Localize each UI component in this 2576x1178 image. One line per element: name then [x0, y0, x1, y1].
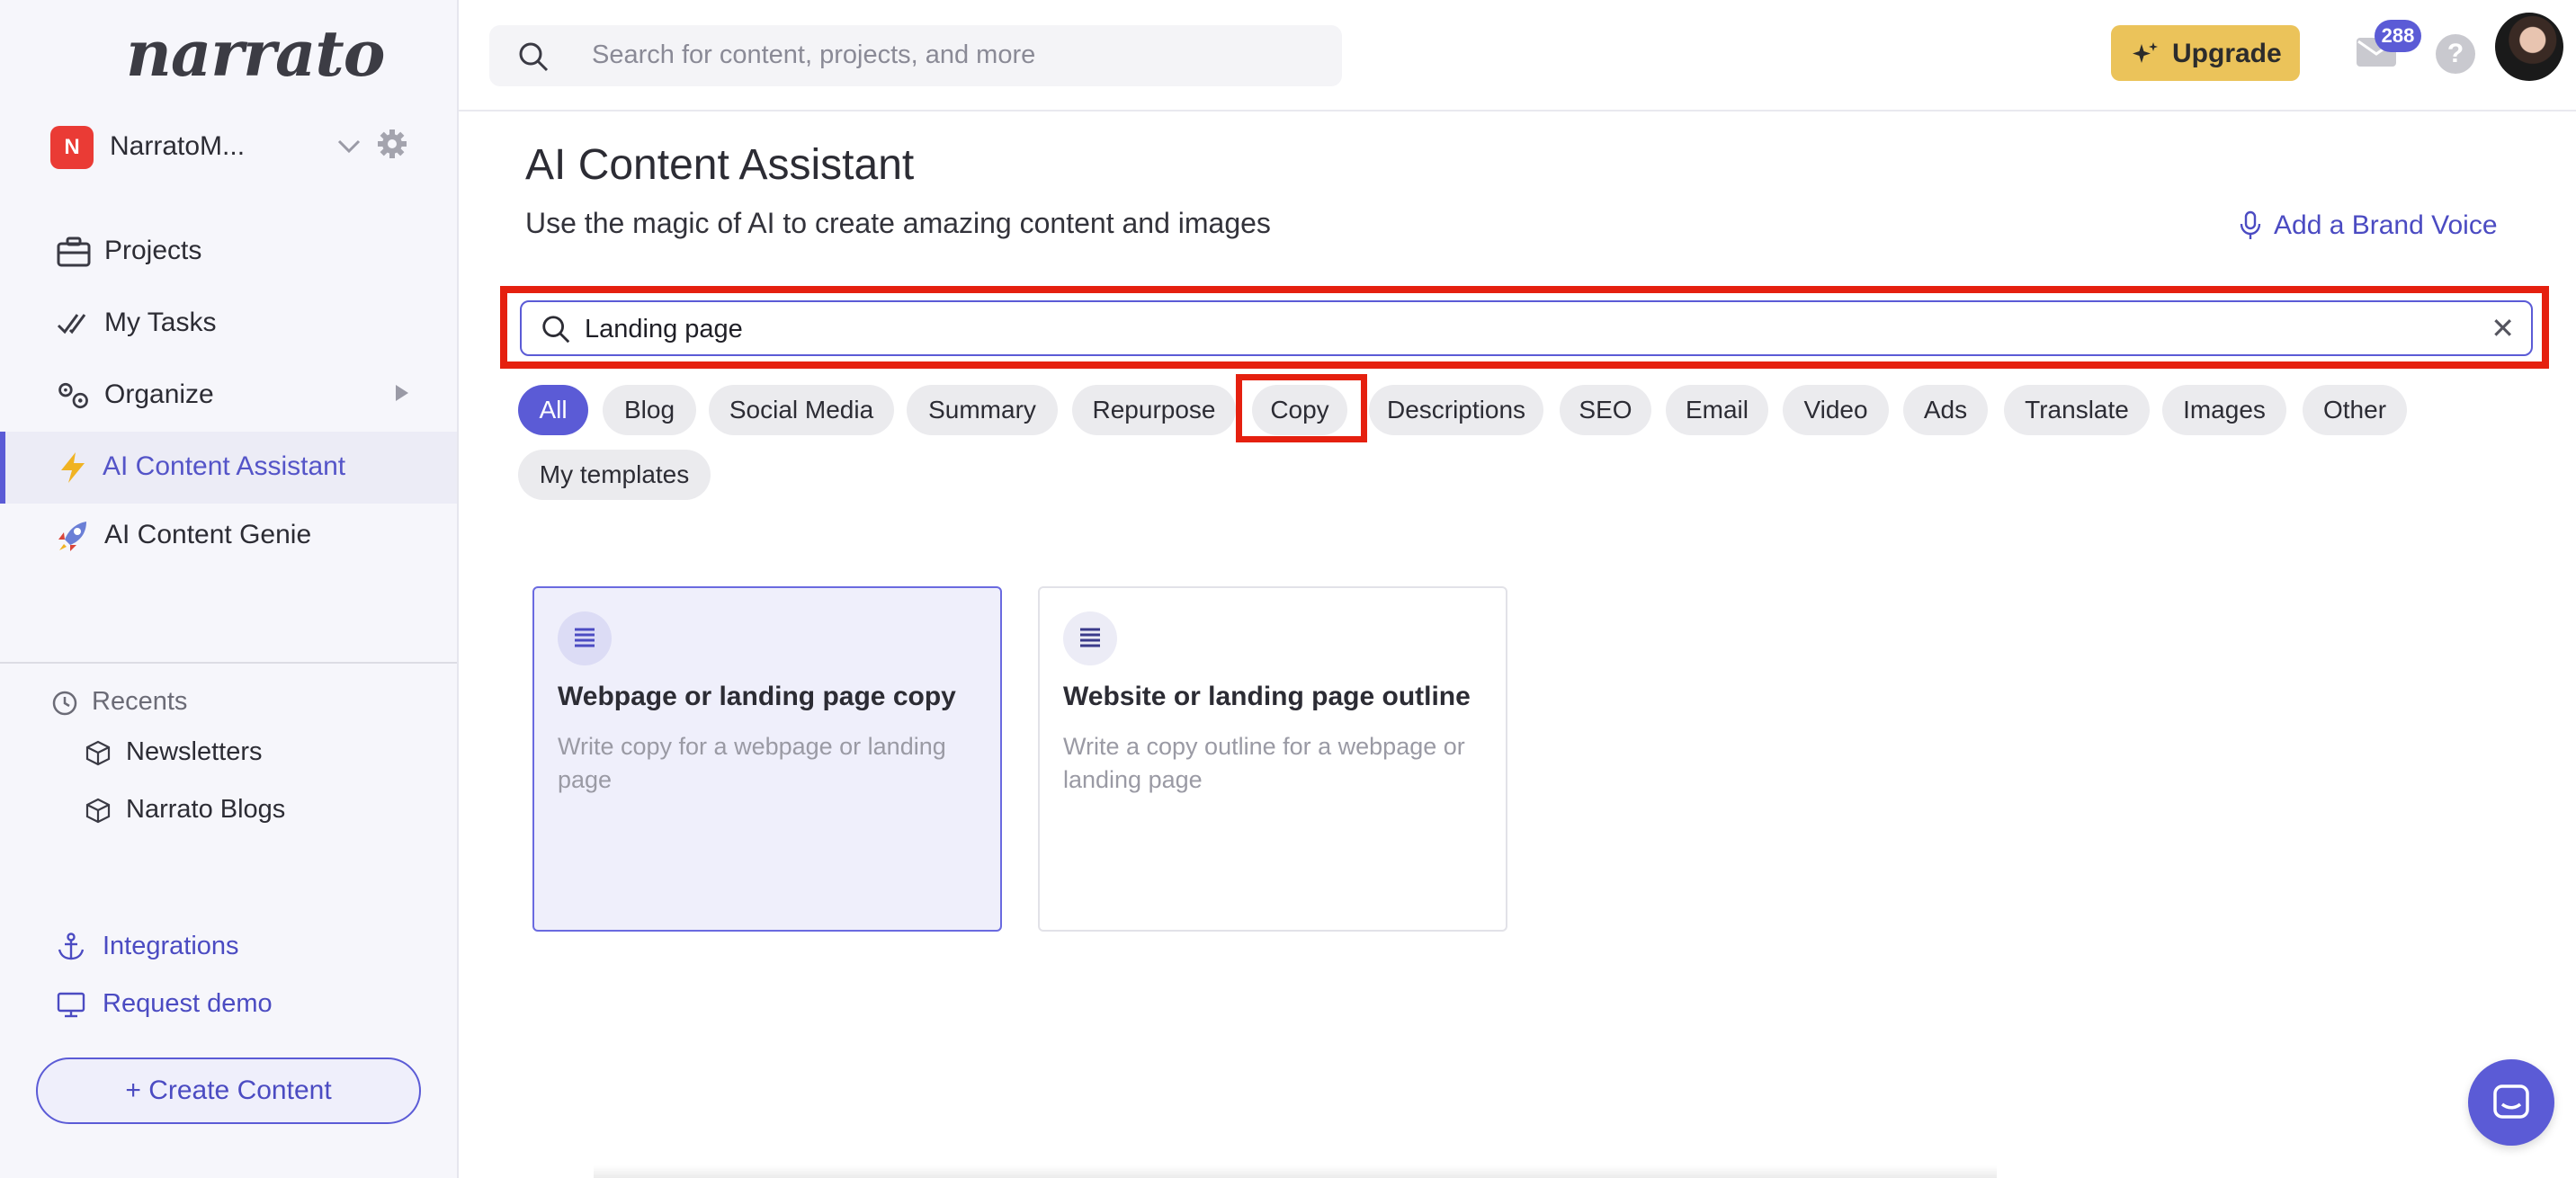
card-description: Write a copy outline for a webpage or la… — [1063, 733, 1465, 793]
upgrade-button[interactable]: Upgrade — [2111, 25, 2300, 81]
narrato-logo[interactable]: narrato — [126, 16, 385, 91]
filter-chip-blog[interactable]: Blog — [603, 385, 696, 435]
text-lines-icon — [1063, 611, 1117, 665]
filter-chip-ads[interactable]: Ads — [1903, 385, 1988, 435]
rocket-icon — [58, 522, 86, 551]
avatar[interactable] — [2495, 13, 2563, 81]
filter-chip-all[interactable]: All — [518, 385, 588, 435]
chat-icon — [2493, 1084, 2529, 1119]
gears-icon — [58, 382, 88, 409]
filter-chip-seo[interactable]: SEO — [1560, 385, 1651, 435]
template-card-webpage-copy[interactable]: Webpage or landing page copy Write copy … — [532, 586, 1002, 932]
create-content-button[interactable]: + Create Content — [36, 1058, 421, 1124]
sidebar-item-my-tasks[interactable]: My Tasks — [0, 288, 457, 360]
workspace-badge: N — [50, 126, 94, 169]
filter-chip-video[interactable]: Video — [1783, 385, 1889, 435]
top-bar: Search for content, projects, and more U… — [459, 0, 2576, 112]
search-icon — [519, 42, 549, 72]
anchor-icon — [58, 933, 85, 960]
add-brand-voice-label: Add a Brand Voice — [2274, 210, 2498, 240]
card-description: Write copy for a webpage or landing page — [558, 733, 946, 793]
help-icon[interactable]: ? — [2436, 34, 2475, 74]
upgrade-label: Upgrade — [2172, 39, 2282, 68]
sidebar-item-organize[interactable]: Organize — [0, 360, 457, 432]
filter-chip-summary[interactable]: Summary — [907, 385, 1058, 435]
search-value: Landing page — [585, 315, 743, 344]
sidebar-item-label: Organize — [104, 379, 214, 409]
sidebar-item-ai-content-genie[interactable]: AI Content Genie — [0, 500, 457, 572]
recent-item-label: Newsletters — [126, 737, 263, 766]
sparkle-icon — [2133, 42, 2158, 63]
global-search-input[interactable]: Search for content, projects, and more — [489, 25, 1342, 86]
clear-search-icon[interactable]: ✕ — [2491, 311, 2515, 345]
recent-item-label: Narrato Blogs — [126, 795, 286, 824]
sidebar-item-label: AI Content Assistant — [103, 451, 346, 481]
filter-chip-email[interactable]: Email — [1666, 385, 1768, 435]
checkmarks-icon — [57, 314, 86, 335]
filter-chip-images[interactable]: Images — [2162, 385, 2286, 435]
notification-count-badge: 288 — [2375, 20, 2421, 52]
sidebar-item-label: AI Content Genie — [104, 520, 312, 549]
card-title: Website or landing page outline — [1063, 682, 1471, 711]
filter-chip-other[interactable]: Other — [2303, 385, 2407, 435]
sidebar: narrato N NarratoM... Projects My Tasks … — [0, 0, 459, 1178]
filter-chip-social-media[interactable]: Social Media — [709, 385, 894, 435]
page-title: AI Content Assistant — [525, 141, 915, 189]
sidebar-item-projects[interactable]: Projects — [0, 216, 457, 288]
template-card-website-outline[interactable]: Website or landing page outline Write a … — [1038, 586, 1507, 932]
bottom-shadow — [594, 1165, 1997, 1178]
clock-icon — [52, 691, 77, 716]
cube-icon — [85, 798, 111, 824]
search-icon — [542, 316, 570, 344]
gear-icon[interactable] — [376, 128, 408, 160]
monitor-icon — [57, 992, 85, 1018]
lightning-icon — [61, 452, 85, 483]
sidebar-item-ai-content-assistant[interactable]: AI Content Assistant — [0, 432, 457, 504]
recents-label: Recents — [92, 687, 188, 716]
text-lines-icon — [558, 611, 612, 665]
sidebar-divider — [0, 662, 457, 664]
sidebar-item-label: My Tasks — [104, 308, 217, 337]
cube-icon — [85, 740, 111, 766]
filter-chip-my-templates[interactable]: My templates — [518, 450, 711, 500]
microphone-icon — [2240, 210, 2261, 239]
template-search-input[interactable]: Landing page ✕ — [520, 300, 2533, 356]
workspace-switcher[interactable]: N NarratoM... — [50, 124, 410, 169]
page-subtitle: Use the magic of AI to create amazing co… — [525, 207, 1271, 239]
chat-support-button[interactable] — [2468, 1059, 2554, 1146]
filter-chip-descriptions[interactable]: Descriptions — [1369, 385, 1543, 435]
request-demo-label: Request demo — [103, 989, 273, 1018]
sidebar-item-label: Projects — [104, 236, 202, 265]
integrations-label: Integrations — [103, 932, 239, 960]
briefcase-icon — [57, 236, 91, 267]
search-placeholder: Search for content, projects, and more — [592, 40, 1036, 69]
filter-chip-copy[interactable]: Copy — [1252, 385, 1347, 435]
filter-chip-translate[interactable]: Translate — [2004, 385, 2150, 435]
card-title: Webpage or landing page copy — [558, 682, 956, 711]
expand-arrow-icon[interactable] — [396, 385, 408, 401]
chevron-down-icon[interactable] — [335, 131, 363, 160]
filter-chip-repurpose[interactable]: Repurpose — [1072, 385, 1236, 435]
workspace-name: NarratoM... — [110, 131, 246, 161]
